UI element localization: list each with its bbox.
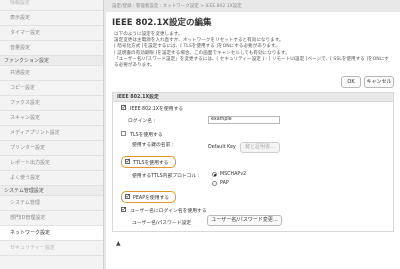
login-name-label: ログイン名 : bbox=[128, 119, 156, 124]
sidebar-item[interactable]: スキャン設定 bbox=[0, 111, 103, 126]
sidebar-item[interactable]: 表示設定 bbox=[0, 11, 103, 26]
ok-button[interactable]: OK bbox=[341, 76, 361, 88]
change-userpass-button[interactable]: ユーザー名/パスワード変更... bbox=[207, 215, 282, 226]
pap-radio[interactable] bbox=[212, 181, 217, 186]
sidebar-item[interactable]: 情報設定 bbox=[0, 0, 103, 11]
userpass-setting-label: ユーザー名/パスワード設定 bbox=[132, 221, 192, 226]
sidebar-item[interactable]: 部門ID管理設定 bbox=[0, 211, 103, 226]
ttls-checkbox[interactable] bbox=[125, 158, 131, 165]
page-top-marker: ▲ bbox=[116, 240, 121, 247]
page-title: IEEE 802.1X設定の編集 bbox=[112, 18, 212, 28]
sidebar-item[interactable]: ファクス設定 bbox=[0, 96, 103, 111]
mschapv2-label: MSCHAPv2 bbox=[220, 172, 247, 177]
sidebar-item[interactable]: セキュリティー設定 bbox=[0, 241, 103, 256]
peap-label: PEAPを使用する bbox=[133, 196, 170, 201]
tls-checkbox[interactable] bbox=[121, 131, 126, 136]
default-key-label: Default Key bbox=[208, 145, 236, 150]
sidebar-item[interactable]: ネットワーク設定 bbox=[0, 226, 103, 241]
use-ieee-label: IEEE 802.1Xを使用する bbox=[130, 107, 184, 112]
sidebar-item[interactable]: 共通設定 bbox=[0, 66, 103, 81]
sidebar-item[interactable]: よく使う設定 bbox=[0, 171, 103, 186]
page-description: 以下のように設定を変更します。 設定変更は主電源を入れ直すか、ネットワークをリセ… bbox=[114, 32, 394, 69]
use-login-as-username-checkbox[interactable] bbox=[121, 206, 127, 213]
pap-label: PAP bbox=[220, 181, 229, 186]
use-login-as-username-label: ユーザー名にログイン名を使用する bbox=[130, 209, 207, 214]
key-cert-button[interactable]: 鍵と証明書... bbox=[240, 142, 280, 153]
description-line: 「ユーザー名/パスワード設定」を変更するには、[ セキュリティー設定 ] - [… bbox=[114, 56, 389, 69]
tls-label: TLSを使用する bbox=[130, 133, 163, 138]
sidebar-item[interactable]: システム管理 bbox=[0, 196, 103, 211]
ttls-protocol-label: 使用するTTLS内部プロトコル : bbox=[132, 174, 200, 179]
sidebar-item[interactable]: コピー設定 bbox=[0, 81, 103, 96]
login-name-input[interactable]: example bbox=[208, 116, 280, 124]
sidebar-item[interactable]: 音量設定 bbox=[0, 41, 103, 56]
cancel-button[interactable]: キャンセル bbox=[364, 76, 394, 88]
key-cert-label: 使用する鍵の名前 : bbox=[132, 143, 174, 148]
breadcrumb: 設定/登録 : 管理者設定 : ネットワーク設定 > IEEE 802.1X設定 bbox=[112, 4, 242, 9]
sidebar-item[interactable]: タイマー設定 bbox=[0, 26, 103, 41]
sidebar: 情報設定 表示設定 タイマー設定 音量設定 ファンクション設定 共通設定 コピー設定 ファクス… bbox=[0, 0, 104, 269]
sidebar-item[interactable]: メディアプリント設定 bbox=[0, 126, 103, 141]
peap-checkbox[interactable] bbox=[125, 193, 131, 200]
section-heading: IEEE 802.1X設定 bbox=[112, 92, 394, 102]
sidebar-section: ファンクション設定 bbox=[0, 56, 103, 66]
sidebar-section: システム管理設定 bbox=[0, 186, 103, 196]
ttls-label: TTLSを使用する bbox=[133, 161, 169, 166]
sidebar-item[interactable]: プリンター設定 bbox=[0, 141, 103, 156]
sidebar-item[interactable]: レポート出力設定 bbox=[0, 156, 103, 171]
use-ieee-checkbox[interactable] bbox=[121, 104, 127, 111]
mschapv2-radio[interactable] bbox=[212, 172, 217, 177]
